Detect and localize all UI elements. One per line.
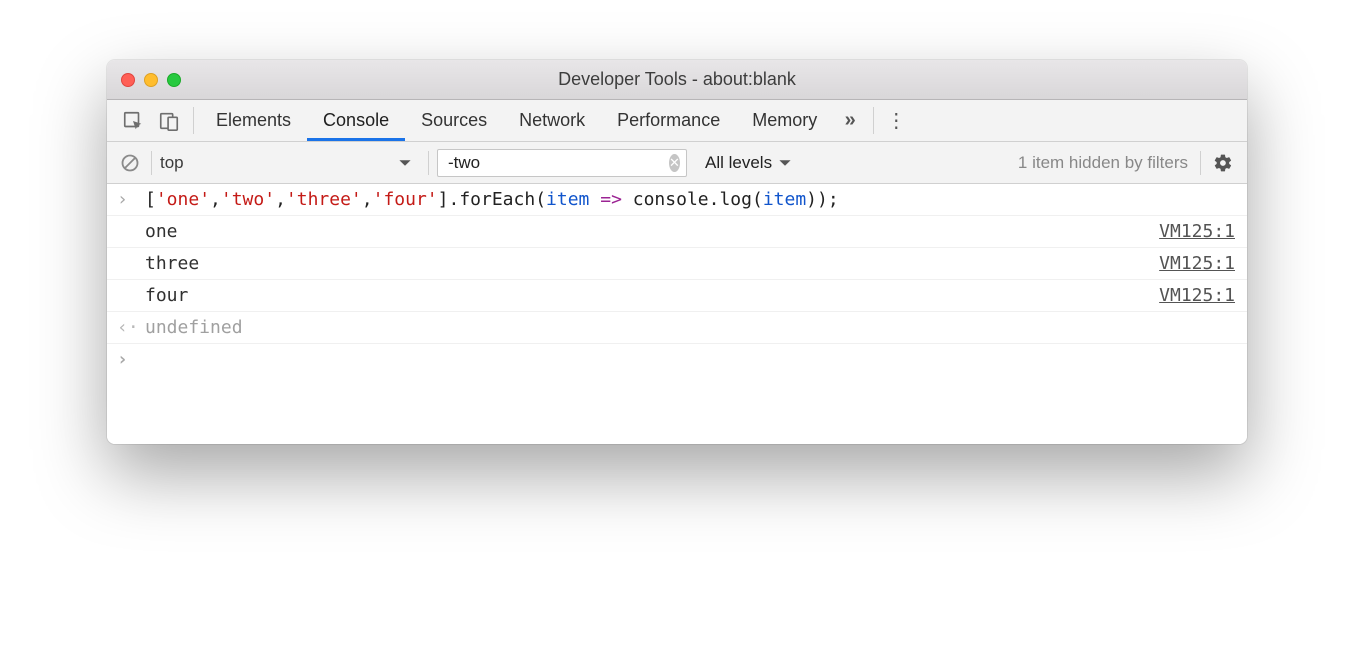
tab-sources[interactable]: Sources <box>405 100 503 141</box>
console-log-row: threeVM125:1 <box>107 248 1247 280</box>
x-icon: ✕ <box>669 156 680 169</box>
console-log-row: fourVM125:1 <box>107 280 1247 312</box>
log-message: one <box>145 221 1159 242</box>
hidden-items-text: 1 item hidden by filters <box>1018 153 1188 173</box>
execution-context-selector[interactable]: top <box>160 153 420 173</box>
code-token: [ <box>145 189 156 210</box>
filter-box: ✕ <box>437 149 687 177</box>
caret-down-icon <box>398 156 412 170</box>
devtools-window: Developer Tools - about:blank ElementsCo… <box>107 60 1247 444</box>
input-chevron-icon: › <box>117 189 145 210</box>
close-window-button[interactable] <box>121 73 135 87</box>
console-body: › ['one','two','three','four'].forEach(i… <box>107 184 1247 444</box>
code-token: 'three' <box>286 189 362 210</box>
separator <box>428 151 429 175</box>
separator <box>193 107 194 134</box>
code-token: forEach <box>459 189 535 210</box>
code-token: 'two' <box>221 189 275 210</box>
console-toolbar: top ✕ All levels 1 item hidden by filter… <box>107 142 1247 184</box>
console-input-row: › ['one','two','three','four'].forEach(i… <box>107 184 1247 216</box>
log-source-link[interactable]: VM125:1 <box>1159 221 1235 242</box>
console-log-row: oneVM125:1 <box>107 216 1247 248</box>
code-token: )); <box>806 189 839 210</box>
devtools-tabbar: ElementsConsoleSourcesNetworkPerformance… <box>107 100 1247 142</box>
log-source-link[interactable]: VM125:1 <box>1159 253 1235 274</box>
inspect-element-icon[interactable] <box>115 100 151 141</box>
chevron-double-right-icon: » <box>845 109 856 132</box>
filter-input[interactable] <box>448 153 669 173</box>
code-token: console.log( <box>622 189 763 210</box>
context-label: top <box>160 153 184 173</box>
separator <box>873 107 874 134</box>
code-token <box>589 189 600 210</box>
code-token: 'four' <box>373 189 438 210</box>
tab-console[interactable]: Console <box>307 100 405 141</box>
minimize-window-button[interactable] <box>144 73 158 87</box>
caret-down-icon <box>778 156 792 170</box>
console-input-code[interactable]: ['one','two','three','four'].forEach(ite… <box>145 189 1235 210</box>
code-token: 'one' <box>156 189 210 210</box>
tab-performance[interactable]: Performance <box>601 100 736 141</box>
clear-filter-button[interactable]: ✕ <box>669 154 680 172</box>
code-token: ( <box>535 189 546 210</box>
console-prompt-row[interactable]: › <box>107 344 1247 375</box>
code-token: , <box>275 189 286 210</box>
output-chevron-icon: ‹· <box>117 317 145 338</box>
console-return-row: ‹· undefined <box>107 312 1247 344</box>
window-title: Developer Tools - about:blank <box>107 69 1247 90</box>
prompt-chevron-icon: › <box>117 349 145 370</box>
log-message: three <box>145 253 1159 274</box>
levels-label: All levels <box>705 153 772 173</box>
titlebar: Developer Tools - about:blank <box>107 60 1247 100</box>
window-controls <box>121 73 181 87</box>
tabs-overflow-button[interactable]: » <box>833 100 867 141</box>
log-message: four <box>145 285 1159 306</box>
tab-elements[interactable]: Elements <box>200 100 307 141</box>
devtools-menu-button[interactable]: ⋮ <box>880 100 912 141</box>
tab-memory[interactable]: Memory <box>736 100 833 141</box>
code-token: ]. <box>438 189 460 210</box>
clear-console-button[interactable] <box>117 150 143 176</box>
log-source-link[interactable]: VM125:1 <box>1159 285 1235 306</box>
tab-network[interactable]: Network <box>503 100 601 141</box>
log-level-selector[interactable]: All levels <box>705 153 792 173</box>
console-settings-button[interactable] <box>1209 153 1237 173</box>
code-token: , <box>210 189 221 210</box>
device-toolbar-icon[interactable] <box>151 100 187 141</box>
code-token: item <box>763 189 806 210</box>
code-token: => <box>600 189 622 210</box>
separator <box>1200 151 1201 175</box>
code-token: item <box>546 189 589 210</box>
separator <box>151 151 152 175</box>
zoom-window-button[interactable] <box>167 73 181 87</box>
code-token: , <box>362 189 373 210</box>
kebab-icon: ⋮ <box>886 108 906 133</box>
return-value: undefined <box>145 317 1235 338</box>
